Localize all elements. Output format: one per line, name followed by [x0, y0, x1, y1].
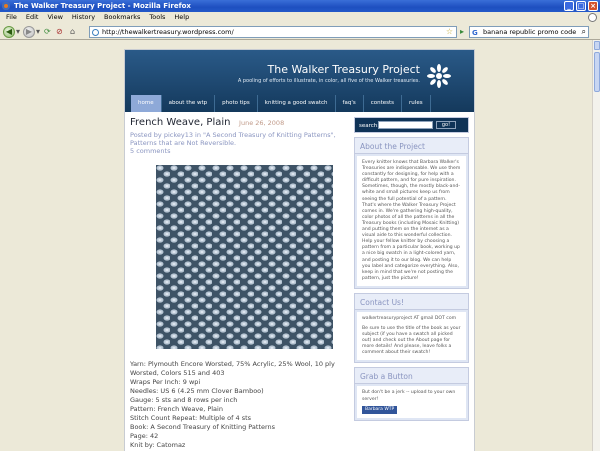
back-button[interactable]: ◀: [3, 26, 15, 38]
post: French Weave, Plain June 26, 2008 Posted…: [130, 117, 350, 449]
menu-tools[interactable]: Tools: [149, 12, 165, 23]
address-bar[interactable]: http://thewalkertreasury.wordpress.com/ …: [89, 26, 457, 38]
back-dropdown-icon[interactable]: ▾: [16, 27, 20, 37]
navigation-toolbar: ◀ ▾ ▶ ▾ ⟳ ⊘ ⌂ http://thewalkertreasury.w…: [0, 23, 600, 40]
tab-faq[interactable]: faq's: [336, 95, 364, 112]
blog-header: The Walker Treasury Project A pooling of…: [125, 50, 474, 112]
button-title: Grab a Button: [355, 368, 468, 385]
sidebar-search-input[interactable]: [378, 121, 433, 129]
about-text: Every knitter knows that Barbara Walker'…: [357, 156, 466, 286]
detail-book: Book: A Second Treasury of Knitting Patt…: [130, 423, 276, 431]
site-favicon-icon: [92, 29, 99, 36]
about-widget: About the Project Every knitter knows th…: [354, 137, 469, 289]
detail-knitter: Knit by: Catomaz: [130, 441, 186, 449]
tab-about[interactable]: about the wtp: [162, 95, 216, 112]
post-meta[interactable]: Posted by pickey13 in "A Second Treasury…: [130, 131, 350, 147]
sidebar: search: go! About the Project Every knit…: [354, 117, 469, 425]
button-body: But don't be a jerk -- upload to your ow…: [357, 386, 466, 418]
post-date: June 26, 2008: [239, 119, 285, 127]
bookmark-star-icon[interactable]: ☆: [446, 27, 453, 37]
tab-contests[interactable]: contests: [364, 95, 403, 112]
about-title: About the Project: [355, 138, 468, 154]
sidebar-search-button[interactable]: go!: [436, 121, 456, 129]
menu-bar: File Edit View History Bookmarks Tools H…: [0, 12, 600, 23]
detail-wpi: Wraps Per Inch: 9 wpi: [130, 378, 201, 386]
address-text: http://thewalkertreasury.wordpress.com/: [102, 28, 234, 36]
menu-help[interactable]: Help: [174, 12, 189, 23]
search-text: banana republic promo code: [483, 28, 577, 36]
contact-title: Contact Us!: [355, 293, 468, 310]
throbber-icon: [588, 13, 597, 22]
contact-text: Be sure to use the title of the book as …: [362, 325, 461, 356]
tab-rules[interactable]: rules: [402, 95, 431, 112]
scroll-up-button[interactable]: [594, 41, 600, 50]
nav-tabs: home about the wtp photo tips knitting a…: [125, 95, 474, 112]
scroll-thumb[interactable]: [594, 52, 600, 92]
comments-link[interactable]: 5 comments: [130, 147, 350, 155]
maximize-button[interactable]: □: [576, 1, 586, 11]
blog-page: The Walker Treasury Project A pooling of…: [124, 49, 475, 451]
menu-file[interactable]: File: [6, 12, 17, 23]
snowflake-logo-icon: [427, 64, 451, 88]
reload-icon[interactable]: ⟳: [44, 27, 51, 37]
forward-button[interactable]: ▶: [23, 26, 35, 38]
contact-widget: Contact Us! walkertreasuryproject AT gma…: [354, 292, 469, 364]
swatch-photo[interactable]: [156, 165, 333, 349]
detail-needles: Needles: US 6 (4.25 mm Clover Bamboo): [130, 387, 264, 395]
menu-edit[interactable]: Edit: [26, 12, 39, 23]
detail-page: Page: 42: [130, 432, 159, 440]
detail-gauge: Gauge: 5 sts and 8 rows per inch: [130, 396, 238, 404]
button-text: But don't be a jerk -- upload to your ow…: [362, 390, 456, 402]
tab-home[interactable]: home: [131, 95, 162, 112]
post-title[interactable]: French Weave, Plain: [130, 117, 230, 128]
button-widget: Grab a Button But don't be a jerk -- upl…: [354, 367, 469, 421]
window-controls: _ □ ×: [564, 1, 598, 11]
home-icon[interactable]: ⌂: [70, 27, 75, 37]
sidebar-search: search: go!: [354, 117, 469, 133]
post-details: Yarn: Plymouth Encore Worsted, 75% Acryl…: [130, 360, 350, 450]
menu-bookmarks[interactable]: Bookmarks: [104, 12, 140, 23]
go-icon[interactable]: ▸: [460, 27, 464, 37]
tab-knitting-swatch[interactable]: knitting a good swatch: [258, 95, 336, 112]
detail-repeat: Stitch Count Repeat: Multiple of 4 sts: [130, 414, 252, 422]
blog-title[interactable]: The Walker Treasury Project: [268, 63, 420, 76]
page-viewport: The Walker Treasury Project A pooling of…: [0, 40, 592, 451]
search-label: search:: [359, 123, 380, 129]
contact-body: walkertreasuryproject AT gmail DOT com B…: [357, 311, 466, 361]
stop-icon[interactable]: ⊘: [56, 27, 63, 37]
blog-tagline: A pooling of efforts to illustrate, in c…: [237, 78, 420, 84]
menu-view[interactable]: View: [47, 12, 62, 23]
tab-photo-tips[interactable]: photo tips: [215, 95, 258, 112]
firefox-icon: [2, 2, 10, 10]
forward-dropdown-icon[interactable]: ▾: [36, 27, 40, 37]
contact-email: walkertreasuryproject AT gmail DOT com: [362, 315, 457, 321]
menu-history[interactable]: History: [72, 12, 95, 23]
search-icon[interactable]: ⌕: [582, 27, 586, 37]
blog-badge[interactable]: Barbara WTP: [362, 405, 398, 414]
detail-yarn: Yarn: Plymouth Encore Worsted, 75% Acryl…: [130, 360, 335, 377]
window-title: The Walker Treasury Project - Mozilla Fi…: [14, 2, 191, 10]
detail-pattern: Pattern: French Weave, Plain: [130, 405, 223, 413]
close-button[interactable]: ×: [588, 1, 598, 11]
vertical-scrollbar[interactable]: [592, 40, 600, 451]
minimize-button[interactable]: _: [564, 1, 574, 11]
search-box[interactable]: G banana republic promo code ⌕: [469, 26, 589, 38]
google-icon[interactable]: G: [472, 28, 478, 38]
window-titlebar: The Walker Treasury Project - Mozilla Fi…: [0, 0, 600, 12]
